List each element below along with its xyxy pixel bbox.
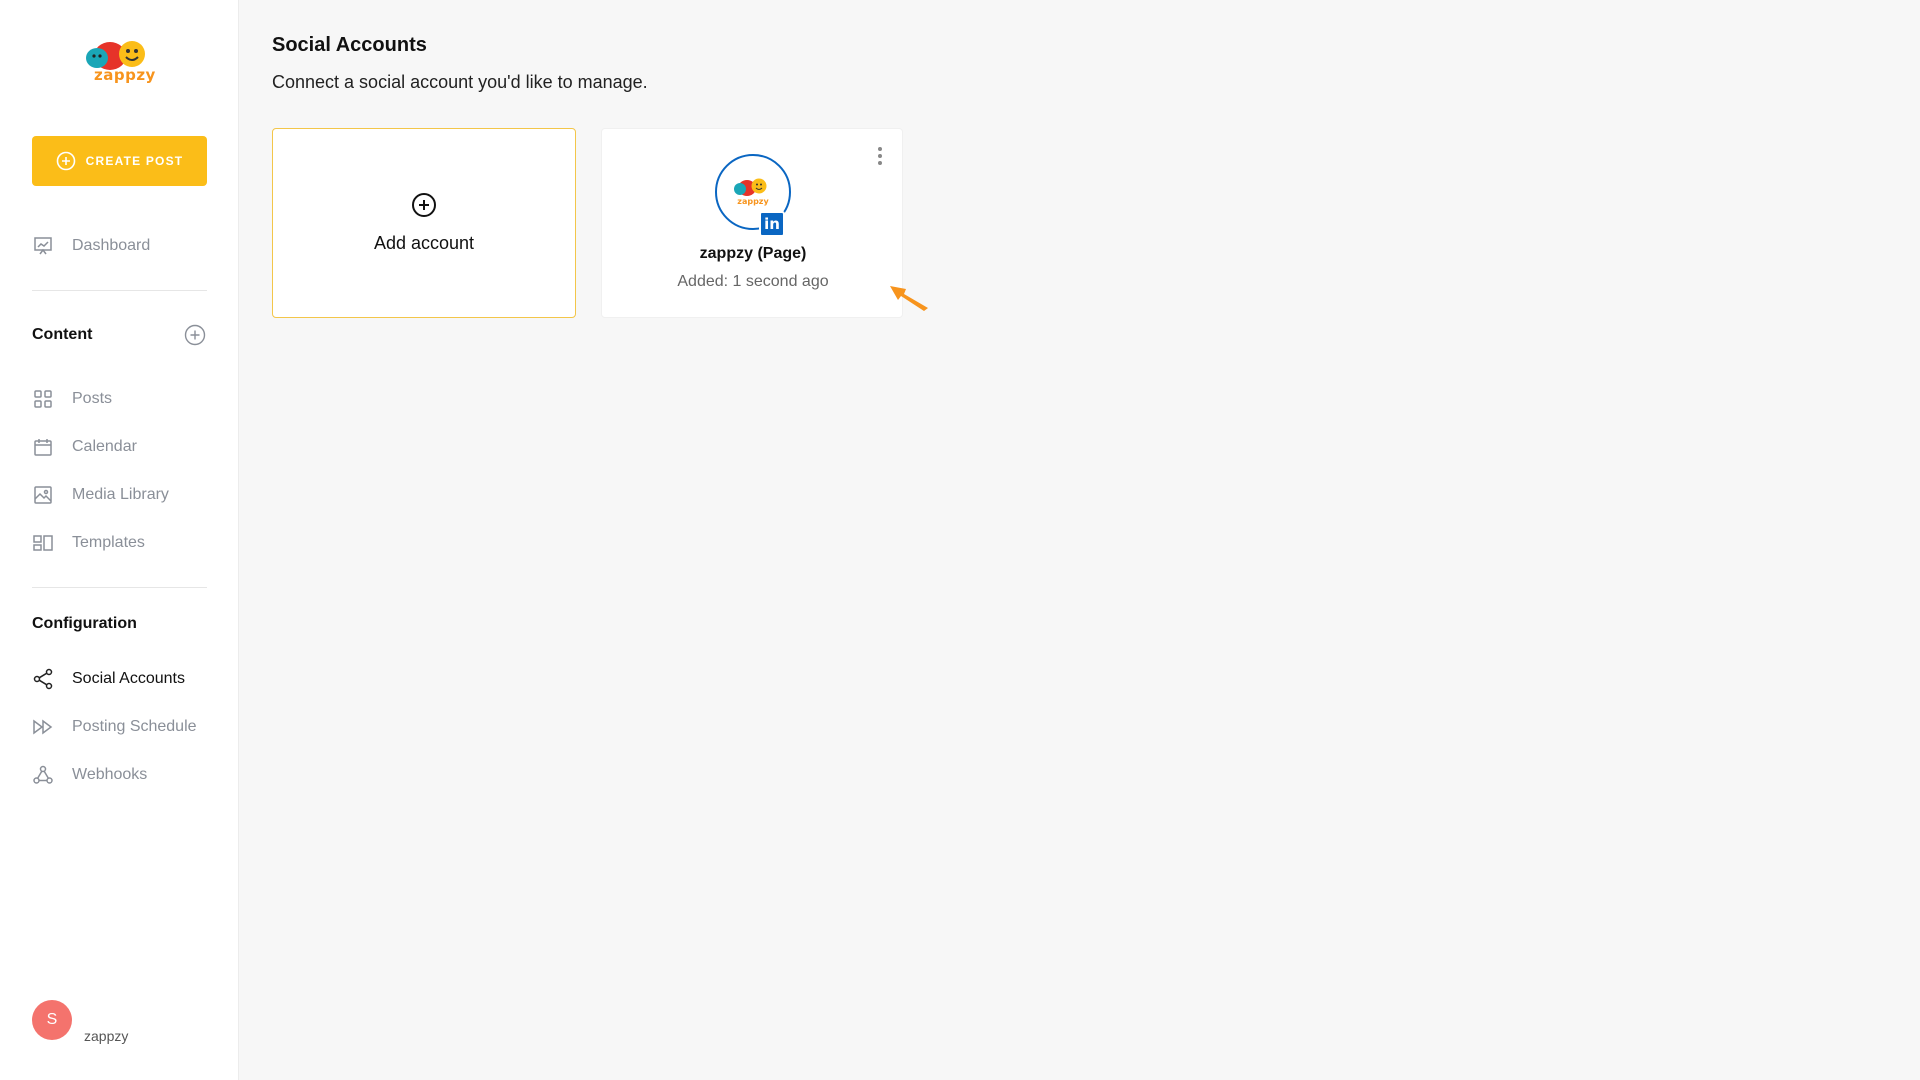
sidebar-item-dashboard[interactable]: Dashboard [32, 235, 150, 257]
pointer-arrow-icon [890, 286, 928, 311]
sidebar-item-calendar[interactable]: Calendar [32, 436, 137, 458]
sidebar-item-media-library[interactable]: Media Library [32, 484, 169, 506]
more-options-icon[interactable] [870, 143, 890, 169]
sidebar-item-label: Posts [72, 390, 113, 407]
sidebar-item-posting-schedule[interactable]: Posting Schedule [32, 716, 197, 738]
page-subtitle: Connect a social account you'd like to m… [272, 72, 648, 92]
add-account-label: Add account [373, 233, 475, 253]
configuration-section-title: Configuration [32, 615, 137, 632]
account-name: zappzy (Page) [699, 245, 807, 262]
sidebar-item-label: Media Library [72, 486, 169, 503]
sidebar-divider [32, 290, 207, 291]
create-post-button[interactable]: CREATE POST [32, 136, 207, 186]
add-account-card[interactable]: Add account [272, 128, 576, 318]
user-name: zappzy [84, 1028, 129, 1044]
add-content-icon[interactable] [184, 324, 206, 346]
sidebar-item-webhooks[interactable]: Webhooks [32, 764, 147, 786]
plus-circle-icon [56, 151, 76, 171]
logo-wordmark: zappzy [94, 66, 156, 84]
create-post-label: CREATE POST [85, 154, 184, 168]
avatar[interactable]: S [32, 1000, 72, 1040]
plus-circle-icon [411, 192, 437, 223]
sidebar-item-label: Calendar [72, 438, 137, 455]
svg-text:zappzy: zappzy [737, 197, 769, 206]
account-logo-icon: zappzy [734, 178, 769, 206]
image-icon [32, 484, 54, 506]
zappzy-logo[interactable]: zappzy [80, 36, 160, 94]
share-icon [32, 668, 54, 690]
grid-icon [32, 388, 54, 410]
user-profile[interactable]: S zappzy [32, 1000, 128, 1044]
sidebar-item-posts[interactable]: Posts [32, 388, 112, 410]
fast-forward-icon [32, 716, 54, 738]
social-account-card[interactable]: zappzy in zappzy (Page) Added: 1 second … [601, 128, 903, 318]
presentation-chart-icon [32, 235, 54, 257]
sidebar: zappzy CREATE POST Dashboard Content Pos… [0, 0, 239, 1080]
calendar-icon [32, 436, 54, 458]
sidebar-item-label: Social Accounts [72, 670, 185, 687]
sidebar-item-label: Posting Schedule [72, 718, 197, 735]
sidebar-item-templates[interactable]: Templates [32, 532, 145, 554]
account-added-time: Added: 1 second ago [677, 273, 829, 290]
sidebar-item-label: Webhooks [72, 766, 148, 783]
template-icon [32, 532, 54, 554]
sidebar-divider [32, 587, 207, 588]
linkedin-icon: in [759, 211, 785, 237]
webhook-icon [32, 764, 54, 786]
sidebar-item-social-accounts[interactable]: Social Accounts [32, 668, 185, 690]
page-title: Social Accounts [272, 34, 427, 56]
content-section-title: Content [32, 326, 93, 343]
sidebar-item-label: Templates [72, 534, 145, 551]
sidebar-item-label: Dashboard [72, 237, 151, 254]
